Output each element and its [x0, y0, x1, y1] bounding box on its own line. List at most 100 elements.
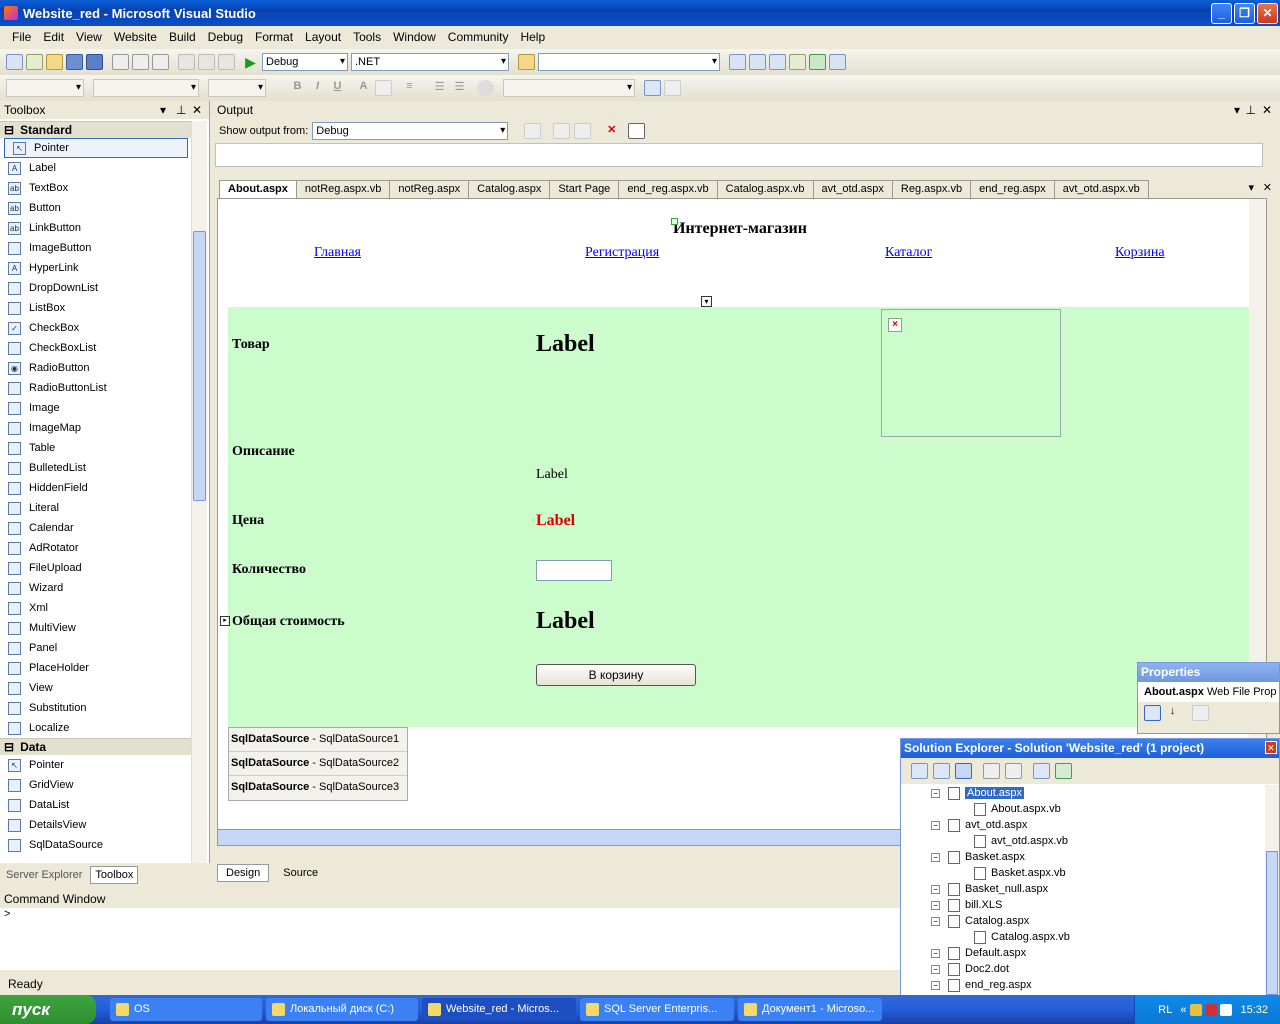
toolbox-item-calendar[interactable]: Calendar	[0, 518, 192, 538]
view-designer-icon[interactable]	[1005, 763, 1022, 779]
toolbox-item-button[interactable]: ab Button	[0, 198, 192, 218]
nest-files-icon[interactable]	[955, 763, 972, 779]
toolbox-item-localize[interactable]: Localize	[0, 718, 192, 738]
solution-item[interactable]: Basket.aspx.vb	[901, 865, 1261, 881]
platform-select[interactable]: .NET	[351, 53, 509, 71]
menu-format[interactable]: Format	[249, 30, 299, 44]
toolbox-item-hyperlink[interactable]: A HyperLink	[0, 258, 192, 278]
menu-build[interactable]: Build	[163, 30, 202, 44]
price-label[interactable]: Label	[536, 512, 575, 530]
toolbox-item-xml[interactable]: Xml	[0, 598, 192, 618]
block-format-select[interactable]	[6, 79, 84, 97]
design-view-tab[interactable]: Design	[217, 864, 270, 882]
doc-tab[interactable]: avt_otd.aspx.vb	[1053, 180, 1149, 198]
menu-community[interactable]: Community	[442, 30, 515, 44]
style-select[interactable]	[503, 79, 635, 97]
solution-item[interactable]: − Doc2.dot	[901, 961, 1261, 977]
add-item-icon[interactable]	[26, 54, 43, 70]
underline-icon[interactable]: U	[329, 80, 346, 96]
start-page-icon[interactable]	[809, 54, 826, 70]
doc-tab[interactable]: Catalog.aspx.vb	[716, 180, 814, 198]
toolbox-close-icon[interactable]: ✕	[192, 103, 202, 117]
collapse-icon[interactable]: −	[931, 948, 940, 958]
table-menu-icon[interactable]: ▾	[701, 296, 712, 307]
solution-scrollbar[interactable]	[1265, 785, 1279, 995]
solution-scroll-thumb[interactable]	[1266, 851, 1278, 995]
toolbox-pin-icon[interactable]: ⊥	[176, 103, 186, 117]
toolbox-scrollbar[interactable]	[191, 121, 207, 863]
menu-window[interactable]: Window	[387, 30, 442, 44]
collapse-icon[interactable]: −	[931, 884, 940, 894]
toolbox-item-bulletedlist[interactable]: BulletedList	[0, 458, 192, 478]
sqldatasource-3[interactable]: SqlDataSource - SqlDataSource3	[229, 776, 407, 800]
toolbox-item-imagebutton[interactable]: ImageButton	[0, 238, 192, 258]
find-in-files-icon[interactable]	[518, 54, 535, 70]
toolbox-item-linkbutton[interactable]: ab LinkButton	[0, 218, 192, 238]
clear-all-icon[interactable]: ✕	[603, 123, 620, 139]
task-visual-studio[interactable]: Website_red - Micros...	[422, 998, 576, 1021]
collapse-icon[interactable]: −	[931, 788, 940, 798]
server-explorer-tab[interactable]: Server Explorer	[2, 867, 86, 883]
toolbox-item-adrotator[interactable]: AdRotator	[0, 538, 192, 558]
view-code-icon[interactable]	[983, 763, 1000, 779]
object-browser-icon[interactable]	[769, 54, 786, 70]
alphabetical-icon[interactable]: ↓	[1164, 705, 1181, 721]
toolbox-item-gridview[interactable]: GridView	[0, 775, 192, 795]
tray-app-icon[interactable]	[1190, 1003, 1203, 1016]
save-icon[interactable]	[66, 54, 83, 70]
total-label[interactable]: Label	[536, 608, 595, 635]
menu-edit[interactable]: Edit	[37, 30, 70, 44]
task-os[interactable]: OS	[110, 998, 262, 1021]
tray-security-icon[interactable]	[1205, 1003, 1218, 1016]
toolbox-item-literal[interactable]: Literal	[0, 498, 192, 518]
toolbox-item-wizard[interactable]: Wizard	[0, 578, 192, 598]
toolbox-item-image[interactable]: Image	[0, 398, 192, 418]
task-local-disk[interactable]: Локальный диск (C:)	[266, 998, 418, 1021]
collapse-icon[interactable]: −	[931, 964, 940, 974]
menu-tools[interactable]: Tools	[347, 30, 387, 44]
solution-item[interactable]: − Default.aspx	[901, 945, 1261, 961]
toolbox-item-dropdownlist[interactable]: DropDownList	[0, 278, 192, 298]
doc-tab[interactable]: Start Page	[549, 180, 620, 198]
toolbox-item-listbox[interactable]: ListBox	[0, 298, 192, 318]
solution-explorer-icon[interactable]	[729, 54, 746, 70]
next-message-icon[interactable]	[574, 123, 592, 139]
categorized-icon[interactable]	[1144, 705, 1161, 721]
doc-tabs-dropdown-icon[interactable]: ▾	[1248, 181, 1254, 194]
undo-icon[interactable]	[178, 54, 195, 70]
collapse-icon[interactable]: −	[931, 852, 940, 862]
toolbox-item-pointer[interactable]: ↖ Pointer	[4, 138, 188, 158]
toolbox-item-substitution[interactable]: Substitution	[0, 698, 192, 718]
find-message-icon[interactable]	[524, 123, 542, 139]
solution-item[interactable]: Catalog.aspx.vb	[901, 929, 1261, 945]
solution-item[interactable]: − avt_otd.aspx	[901, 817, 1261, 833]
toolbox-item-textbox[interactable]: ab TextBox	[0, 178, 192, 198]
doc-tab[interactable]: notReg.aspx.vb	[295, 180, 391, 198]
add-to-cart-button[interactable]: В корзину	[536, 664, 696, 686]
toolbox-item-panel[interactable]: Panel	[0, 638, 192, 658]
solution-item[interactable]: − bill.XLS	[901, 897, 1261, 913]
toolbox-item-hiddenfield[interactable]: HiddenField	[0, 478, 192, 498]
menu-view[interactable]: View	[70, 30, 108, 44]
doc-tab[interactable]: end_reg.aspx.vb	[618, 180, 718, 198]
menu-layout[interactable]: Layout	[299, 30, 347, 44]
new-project-icon[interactable]	[6, 54, 23, 70]
refresh-icon[interactable]	[933, 763, 950, 779]
cut-icon[interactable]	[112, 54, 129, 70]
collapse-icon[interactable]: −	[931, 900, 940, 910]
toolbox-category-standard[interactable]: ⊟ Standard	[0, 121, 192, 138]
italic-icon[interactable]: I	[309, 80, 326, 96]
toolbox-item-datalist[interactable]: DataList	[0, 795, 192, 815]
open-file-icon[interactable]	[46, 54, 63, 70]
menu-website[interactable]: Website	[108, 30, 163, 44]
highlight-icon[interactable]	[375, 80, 392, 96]
copy-icon[interactable]	[132, 54, 149, 70]
justify-icon[interactable]: ≡	[401, 80, 418, 96]
solution-item[interactable]: About.aspx.vb	[901, 801, 1261, 817]
font-size-select[interactable]	[208, 79, 266, 97]
command-window-icon[interactable]	[829, 54, 846, 70]
toolbox-dropdown-icon[interactable]: ▾	[160, 103, 166, 117]
nav-register-link[interactable]: Регистрация	[585, 245, 659, 261]
output-close-icon[interactable]: ✕	[1262, 103, 1272, 117]
toolbox-item-placeholder[interactable]: PlaceHolder	[0, 658, 192, 678]
